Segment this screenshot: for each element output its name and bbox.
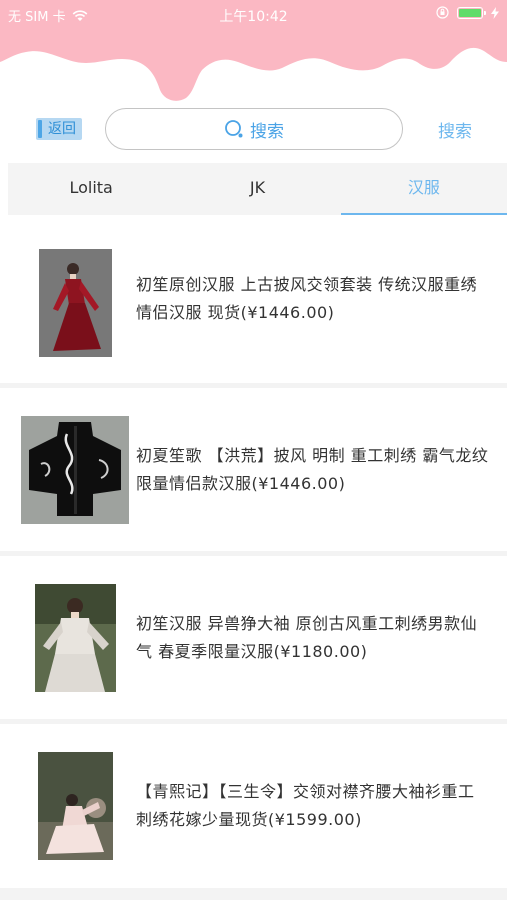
search-row: 返回 搜索 搜索 <box>0 105 507 153</box>
battery-icon <box>457 6 486 19</box>
tab-jk[interactable]: JK <box>174 163 340 215</box>
product-list: 初笙原创汉服 上古披风交领套装 传统汉服重绣 情侣汉服 现货(¥1446.00)… <box>0 215 507 887</box>
product-image <box>21 416 129 524</box>
list-item[interactable]: 初笙汉服 异兽狰大袖 原创古风重工刺绣男款仙气 春夏季限量汉服(¥1180.00… <box>0 551 507 719</box>
product-title: 初夏笙歌 【洪荒】披风 明制 重工刺绣 霸气龙纹 限量情侣款汉服(¥1446.0… <box>136 445 489 493</box>
tab-hanfu[interactable]: 汉服 <box>340 163 507 215</box>
product-title: 初笙汉服 异兽狰大袖 原创古风重工刺绣男款仙气 春夏季限量汉服(¥1180.00… <box>136 613 478 661</box>
orientation-lock-icon <box>436 6 449 19</box>
status-bar: 无 SIM 卡 上午10:42 <box>0 0 507 28</box>
search-placeholder: 搜索 <box>250 121 284 142</box>
product-title: 初笙原创汉服 上古披风交领套装 传统汉服重绣 情侣汉服 现货(¥1446.00) <box>136 275 478 322</box>
product-image <box>35 584 116 692</box>
tab-lolita[interactable]: Lolita <box>8 163 174 215</box>
search-icon <box>225 120 243 138</box>
search-input[interactable]: 搜索 <box>105 108 403 150</box>
charging-bolt-icon <box>491 6 499 19</box>
list-item[interactable]: 【青熙记】【三生令】交领对襟齐腰大袖衫重工刺绣花嫁少量现货(¥1599.00) <box>0 719 507 887</box>
product-image <box>39 249 112 357</box>
list-bottom-divider <box>0 888 507 900</box>
product-image <box>38 752 113 860</box>
product-title: 【青熙记】【三生令】交领对襟齐腰大袖衫重工刺绣花嫁少量现货(¥1599.00) <box>136 781 475 829</box>
status-time: 上午10:42 <box>219 9 288 25</box>
list-item[interactable]: 初笙原创汉服 上古披风交领套装 传统汉服重绣 情侣汉服 现货(¥1446.00) <box>0 215 507 383</box>
back-button[interactable]: 返回 <box>36 118 82 140</box>
list-item[interactable]: 初夏笙歌 【洪荒】披风 明制 重工刺绣 霸气龙纹 限量情侣款汉服(¥1446.0… <box>0 383 507 551</box>
search-button[interactable]: 搜索 <box>438 117 472 142</box>
category-tabs: Lolita JK 汉服 <box>8 163 507 215</box>
